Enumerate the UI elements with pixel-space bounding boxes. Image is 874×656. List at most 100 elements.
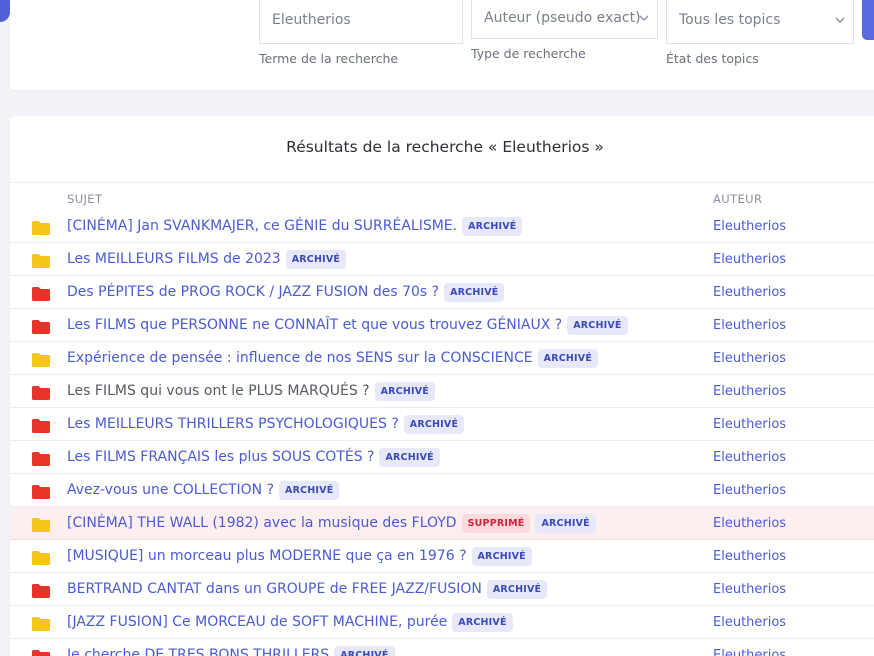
topic-link[interactable]: Expérience de pensée : influence de nos …	[67, 350, 533, 366]
archived-badge: ARCHIVÉ	[286, 250, 346, 269]
table-row[interactable]: Des PÉPITES de PROG ROCK / JAZZ FUSION d…	[10, 276, 874, 309]
table-row[interactable]: BERTRAND CANTAT dans un GROUPE de FREE J…	[10, 573, 874, 606]
topic-link[interactable]: [CINÉMA] Jan SVANKMAJER, ce GÉNIE du SUR…	[67, 218, 457, 234]
topic-author-link[interactable]: Eleutherios	[713, 441, 786, 473]
topic-link[interactable]: Avez-vous une COLLECTION ?	[67, 482, 274, 498]
topic-link[interactable]: Les MEILLEURS THRILLERS PSYCHOLOGIQUES ?	[67, 416, 399, 432]
topic-author-link[interactable]: Eleutherios	[713, 507, 786, 539]
folder-icon	[32, 649, 50, 656]
folder-icon	[32, 616, 50, 630]
topic-author-link[interactable]: Eleutherios	[713, 243, 786, 275]
search-button[interactable]	[862, 0, 874, 40]
topic-author-link[interactable]: Eleutherios	[713, 276, 786, 308]
results-title: Résultats de la recherche « Eleutherios …	[10, 138, 874, 156]
topic-link[interactable]: Les FILMS que PERSONNE ne CONNAÎT et que…	[67, 317, 562, 333]
search-type-select[interactable]: Auteur (pseudo exact)	[471, 0, 658, 39]
deleted-badge: SUPPRIMÉ	[462, 514, 531, 533]
archived-badge: ARCHIVÉ	[334, 646, 394, 656]
table-row[interactable]: Avez-vous une COLLECTION ? ARCHIVÉ Eleuthe…	[10, 474, 874, 507]
topic-subject: Les MEILLEURS THRILLERS PSYCHOLOGIQUES ?…	[67, 408, 464, 440]
left-accent-bar	[0, 0, 10, 22]
topic-author-link[interactable]: Eleutherios	[713, 375, 786, 407]
topic-author-link[interactable]: Eleutherios	[713, 210, 786, 242]
table-row[interactable]: Les FILMS FRANÇAIS les plus SOUS COTÉS ?…	[10, 441, 874, 474]
archived-badge: ARCHIVÉ	[567, 316, 627, 335]
topic-state-help: État des topics	[666, 51, 759, 66]
archived-badge: ARCHIVÉ	[538, 349, 598, 368]
table-row[interactable]: Je cherche DE TRES BONS THRILLERS ARCHIVÉ…	[10, 639, 874, 656]
topic-subject: Expérience de pensée : influence de nos …	[67, 342, 598, 374]
archived-badge: ARCHIVÉ	[279, 481, 339, 500]
folder-icon	[32, 253, 50, 267]
folder-icon	[32, 451, 50, 465]
topic-author-link[interactable]: Eleutherios	[713, 309, 786, 341]
archived-badge: ARCHIVÉ	[472, 547, 532, 566]
topic-subject: [CINÉMA] THE WALL (1982) avec la musique…	[67, 507, 596, 539]
folder-icon	[32, 385, 50, 399]
topic-state-select[interactable]: Tous les topics	[666, 0, 854, 44]
topic-link[interactable]: Des PÉPITES de PROG ROCK / JAZZ FUSION d…	[67, 284, 439, 300]
topic-subject: [MUSIQUE] un morceau plus MODERNE que ça…	[67, 540, 532, 572]
topic-subject: Les FILMS qui vous ont le PLUS MARQUÉS ?…	[67, 375, 435, 407]
topic-subject: BERTRAND CANTAT dans un GROUPE de FREE J…	[67, 573, 547, 605]
topic-link[interactable]: Les FILMS qui vous ont le PLUS MARQUÉS ?	[67, 383, 370, 399]
topic-author-link[interactable]: Eleutherios	[713, 474, 786, 506]
chevron-down-icon	[835, 15, 845, 25]
table-row[interactable]: Expérience de pensée : influence de nos …	[10, 342, 874, 375]
results-card: Résultats de la recherche « Eleutherios …	[10, 116, 874, 656]
topic-subject: Les FILMS que PERSONNE ne CONNAÎT et que…	[67, 309, 628, 341]
topic-author-link[interactable]: Eleutherios	[713, 342, 786, 374]
topic-author-link[interactable]: Eleutherios	[713, 408, 786, 440]
topic-author-link[interactable]: Eleutherios	[713, 540, 786, 572]
table-row[interactable]: Les FILMS qui vous ont le PLUS MARQUÉS ?…	[10, 375, 874, 408]
topic-subject: Les FILMS FRANÇAIS les plus SOUS COTÉS ?…	[67, 441, 440, 473]
folder-icon	[32, 286, 50, 300]
search-type-value: Auteur (pseudo exact)	[484, 10, 641, 26]
topic-subject: Je cherche DE TRES BONS THRILLERS ARCHIVÉ	[67, 639, 395, 656]
archived-badge: ARCHIVÉ	[404, 415, 464, 434]
archived-badge: ARCHIVÉ	[462, 217, 522, 236]
folder-icon	[32, 484, 50, 498]
folder-icon	[32, 550, 50, 564]
folder-icon	[32, 220, 50, 234]
topic-author-link[interactable]: Eleutherios	[713, 639, 786, 656]
archived-badge: ARCHIVÉ	[444, 283, 504, 302]
search-filters-card: Eleutherios Terme de la recherche Auteur…	[10, 0, 874, 90]
topic-subject: Avez-vous une COLLECTION ? ARCHIVÉ	[67, 474, 339, 506]
topic-state-value: Tous les topics	[679, 12, 780, 28]
search-type-help: Type de recherche	[471, 46, 586, 61]
archived-badge: ARCHIVÉ	[379, 448, 439, 467]
table-row[interactable]: [CINÉMA] Jan SVANKMAJER, ce GÉNIE du SUR…	[10, 210, 874, 243]
topic-link[interactable]: BERTRAND CANTAT dans un GROUPE de FREE J…	[67, 581, 482, 597]
archived-badge: ARCHIVÉ	[535, 514, 595, 533]
table-row[interactable]: Les FILMS que PERSONNE ne CONNAÎT et que…	[10, 309, 874, 342]
archived-badge: ARCHIVÉ	[375, 382, 435, 401]
table-row[interactable]: [MUSIQUE] un morceau plus MODERNE que ça…	[10, 540, 874, 573]
search-term-value: Eleutherios	[272, 12, 351, 28]
search-term-input[interactable]: Eleutherios	[259, 0, 463, 44]
table-row[interactable]: [JAZZ FUSION] Ce MORCEAU de SOFT MACHINE…	[10, 606, 874, 639]
folder-icon	[32, 418, 50, 432]
search-term-help: Terme de la recherche	[259, 51, 398, 66]
topic-link[interactable]: [JAZZ FUSION] Ce MORCEAU de SOFT MACHINE…	[67, 614, 447, 630]
chevron-down-icon	[639, 13, 649, 23]
topic-author-link[interactable]: Eleutherios	[713, 606, 786, 638]
topic-subject: [JAZZ FUSION] Ce MORCEAU de SOFT MACHINE…	[67, 606, 513, 638]
topic-subject: Des PÉPITES de PROG ROCK / JAZZ FUSION d…	[67, 276, 504, 308]
results-table-header: SUJET AUTEUR	[10, 182, 874, 211]
table-row[interactable]: Les MEILLEURS FILMS de 2023 ARCHIVÉ Eleuth…	[10, 243, 874, 276]
table-row[interactable]: [CINÉMA] THE WALL (1982) avec la musique…	[10, 507, 874, 540]
archived-badge: ARCHIVÉ	[452, 613, 512, 632]
topic-author-link[interactable]: Eleutherios	[713, 573, 786, 605]
topic-subject: [CINÉMA] Jan SVANKMAJER, ce GÉNIE du SUR…	[67, 210, 522, 242]
table-row[interactable]: Les MEILLEURS THRILLERS PSYCHOLOGIQUES ?…	[10, 408, 874, 441]
column-header-subject: SUJET	[67, 192, 102, 206]
topic-link[interactable]: [MUSIQUE] un morceau plus MODERNE que ça…	[67, 548, 467, 564]
archived-badge: ARCHIVÉ	[487, 580, 547, 599]
topic-link[interactable]: Les FILMS FRANÇAIS les plus SOUS COTÉS ?	[67, 449, 374, 465]
topic-link[interactable]: [CINÉMA] THE WALL (1982) avec la musique…	[67, 515, 457, 531]
column-header-author: AUTEUR	[713, 192, 762, 206]
topic-link[interactable]: Je cherche DE TRES BONS THRILLERS	[67, 647, 329, 656]
folder-icon	[32, 517, 50, 531]
topic-link[interactable]: Les MEILLEURS FILMS de 2023	[67, 251, 281, 267]
